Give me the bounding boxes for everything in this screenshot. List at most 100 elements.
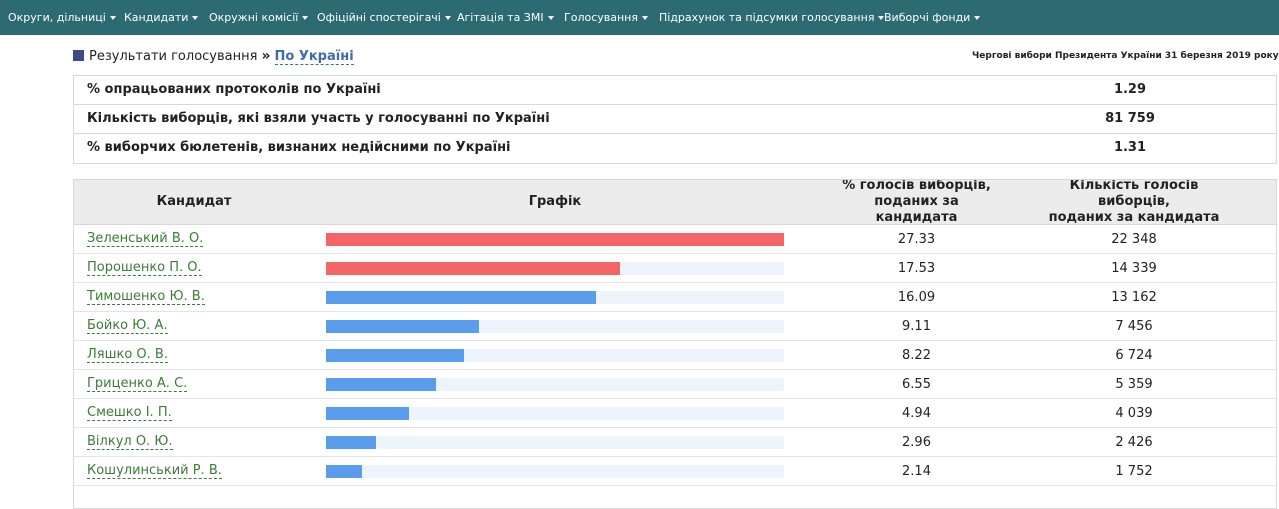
nav-menu-election-funds[interactable]: Виборчі фонди — [884, 0, 981, 35]
header-candidate: Кандидат — [156, 194, 232, 209]
percent-value: 8.22 — [902, 348, 931, 363]
summary-label: % опрацьованих протоколів по Україні — [87, 82, 381, 97]
candidate-link[interactable]: Смешко І. П. — [87, 405, 172, 421]
breadcrumb-current-link[interactable]: По Україні — [274, 49, 354, 65]
nav-menu-label: Голосування — [564, 11, 638, 24]
square-bullet-icon — [73, 50, 84, 61]
summary-row-invalid-ballots: % виборчих бюлетенів, визнаних недійсним… — [74, 134, 1276, 163]
table-row: Порошенко П. О. 17.53 14 339 — [74, 254, 1276, 283]
bar-fill — [326, 378, 436, 391]
candidate-link[interactable]: Гриценко А. С. — [87, 376, 188, 392]
votes-value: 5 359 — [1115, 377, 1153, 392]
votes-value: 4 039 — [1115, 406, 1153, 421]
caret-down-icon — [444, 16, 451, 20]
breadcrumb: Результати голосування» По Україні — [73, 46, 354, 66]
bar-track — [326, 465, 784, 478]
table-row: Ляшко О. В. 8.22 6 724 — [74, 341, 1276, 370]
candidate-link[interactable]: Вілкул О. Ю. — [87, 434, 173, 450]
nav-menu-candidates[interactable]: Кандидати — [124, 0, 199, 35]
breadcrumb-separator: » — [261, 48, 271, 64]
caret-down-icon — [109, 16, 116, 20]
nav-menu-label: Підрахунок та підсумки голосування — [659, 11, 875, 24]
header-votes: Кількість голосів виборців, поданих за к… — [1044, 179, 1224, 225]
nav-menu-label: Окружні комісії — [209, 11, 299, 24]
bar-fill — [326, 320, 479, 333]
bar-track — [326, 291, 784, 304]
bar-fill — [326, 436, 376, 449]
nav-menu-counting-results[interactable]: Підрахунок та підсумки голосування — [659, 0, 885, 35]
nav-menu-district-commissions[interactable]: Окружні комісії — [209, 0, 309, 35]
table-row: Гриценко А. С. 6.55 5 359 — [74, 370, 1276, 399]
caret-down-icon — [974, 16, 981, 20]
table-row: Тимошенко Ю. В. 16.09 13 162 — [74, 283, 1276, 312]
candidate-link[interactable]: Тимошенко Ю. В. — [87, 289, 205, 305]
bar-track — [326, 407, 784, 420]
nav-menu-label: Виборчі фонди — [884, 11, 971, 24]
summary-table: % опрацьованих протоколів по Україні 1.2… — [73, 75, 1277, 164]
breadcrumb-section: Результати голосування — [89, 49, 258, 64]
votes-value: 14 339 — [1111, 261, 1157, 276]
bar-fill — [326, 233, 784, 246]
bar-track — [326, 262, 784, 275]
top-navigation: Округи, дільниці Кандидати Окружні коміс… — [0, 0, 1279, 35]
nav-menu-voting[interactable]: Голосування — [564, 0, 648, 35]
bar-track — [326, 436, 784, 449]
votes-value: 6 724 — [1115, 348, 1153, 363]
table-row: Зеленський В. О. 27.33 22 348 — [74, 225, 1276, 254]
votes-value: 1 752 — [1115, 464, 1153, 479]
table-row: Вілкул О. Ю. 2.96 2 426 — [74, 428, 1276, 457]
header-votes-line1: Кількість голосів виборців, — [1069, 179, 1199, 209]
candidate-link[interactable]: Ляшко О. В. — [87, 347, 168, 363]
bar-track — [326, 233, 784, 246]
caret-down-icon — [641, 16, 648, 20]
votes-value: 13 162 — [1111, 290, 1157, 305]
table-row: Бойко Ю. А. 9.11 7 456 — [74, 312, 1276, 341]
caret-down-icon — [302, 16, 309, 20]
percent-value: 27.33 — [897, 232, 936, 247]
summary-value: 81 759 — [1105, 111, 1155, 126]
table-row: Кошулинський Р. В. 2.14 1 752 — [74, 457, 1276, 486]
header-percent-line2: поданих за кандидата — [874, 194, 959, 225]
percent-value: 2.96 — [902, 435, 931, 450]
votes-value: 7 456 — [1115, 319, 1153, 334]
candidate-link[interactable]: Порошенко П. О. — [87, 260, 202, 276]
candidate-link[interactable]: Кошулинський Р. В. — [87, 463, 222, 479]
percent-value: 16.09 — [897, 290, 936, 305]
bar-track — [326, 320, 784, 333]
votes-value: 22 348 — [1111, 232, 1157, 247]
percent-value: 2.14 — [902, 464, 931, 479]
nav-menu-label: Офіційні спостерігачі — [317, 11, 441, 24]
summary-value: 1.31 — [1113, 140, 1147, 155]
nav-menu-label: Кандидати — [124, 11, 189, 24]
election-title: Чергові вибори Президента України 31 бер… — [972, 51, 1279, 61]
results-table: Кандидат Графік % голосів виборців, пода… — [73, 179, 1277, 509]
nav-menu-label: Округи, дільниці — [8, 11, 106, 24]
percent-value: 4.94 — [902, 406, 931, 421]
percent-value: 9.11 — [902, 319, 931, 334]
header-votes-line2: поданих за кандидата — [1048, 210, 1220, 225]
summary-label: Кількість виборців, які взяли участь у г… — [87, 111, 550, 126]
votes-value: 2 426 — [1115, 435, 1153, 450]
candidate-link[interactable]: Бойко Ю. А. — [87, 318, 168, 334]
header-percent: % голосів виборців, поданих за кандидата — [834, 179, 999, 225]
percent-value: 6.55 — [902, 377, 931, 392]
nav-menu-campaigning-media[interactable]: Агітація та ЗМІ — [457, 0, 554, 35]
bar-fill — [326, 262, 620, 275]
nav-menu-districts[interactable]: Округи, дільниці — [8, 0, 116, 35]
summary-row-processed-protocols: % опрацьованих протоколів по Україні 1.2… — [74, 76, 1276, 105]
header-percent-line1: % голосів виборців, — [842, 179, 991, 193]
caret-down-icon — [192, 16, 199, 20]
summary-value: 1.29 — [1113, 82, 1147, 97]
nav-menu-label: Агітація та ЗМІ — [457, 11, 544, 24]
nav-menu-observers[interactable]: Офіційні спостерігачі — [317, 0, 451, 35]
bar-fill — [326, 465, 362, 478]
summary-row-turnout: Кількість виборців, які взяли участь у г… — [74, 105, 1276, 134]
table-row: Смешко І. П. 4.94 4 039 — [74, 399, 1276, 428]
bar-track — [326, 349, 784, 362]
candidate-link[interactable]: Зеленський В. О. — [87, 231, 204, 247]
results-table-header: Кандидат Графік % голосів виборців, пода… — [74, 180, 1276, 225]
caret-down-icon — [547, 16, 554, 20]
header-chart: Графік — [528, 194, 582, 209]
percent-value: 17.53 — [897, 261, 936, 276]
bar-fill — [326, 407, 409, 420]
